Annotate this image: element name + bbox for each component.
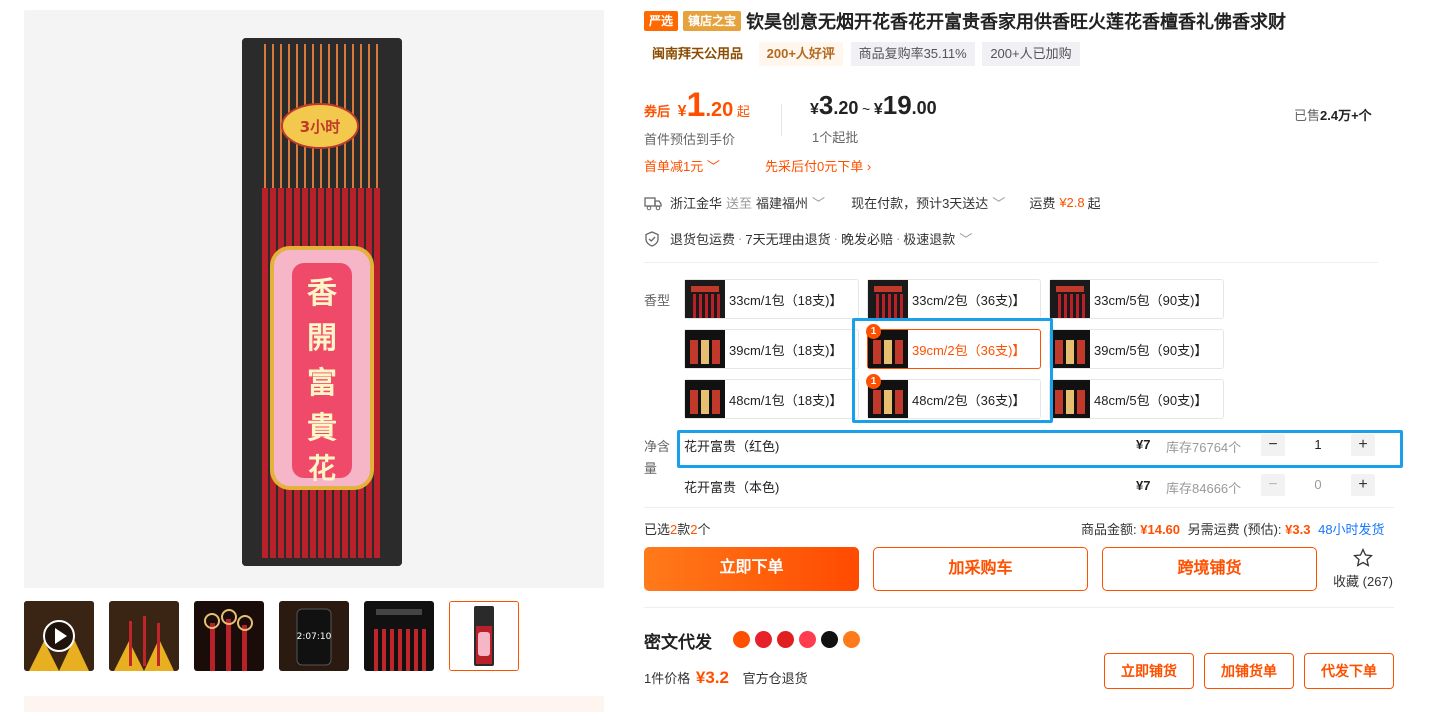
variant-label: 香型 — [644, 293, 671, 308]
svg-text:花: 花 — [308, 452, 336, 485]
xiaohongshu-icon — [799, 631, 816, 648]
main-product-image[interactable]: 3小时 香 開 富 貴 花 — [24, 10, 604, 588]
net-row-highlight-box — [677, 430, 1403, 468]
ship-to-select[interactable]: 福建福州 — [756, 193, 808, 212]
product-tags: 闽南拜天公用品 200+人好评 商品复购率35.11% 200+人已加购 — [644, 42, 1084, 66]
dropship-price: ¥3.2 — [695, 668, 729, 687]
star-icon — [1352, 547, 1374, 567]
chevron-right-icon: › — [866, 159, 872, 174]
variant-thumbnail — [685, 280, 725, 318]
add-to-cart-button[interactable]: 加采购车 — [873, 547, 1088, 591]
add-to-list-button[interactable]: 加铺货单 — [1204, 653, 1294, 689]
variant-option-39cm-1[interactable]: 39cm/1包（18支)】 — [684, 329, 859, 369]
divider — [644, 507, 1394, 508]
shop-name-link[interactable]: 闽南拜天公用品 — [644, 42, 752, 66]
first-order-note: 首件预估到手价 — [644, 132, 736, 147]
svg-text:香: 香 — [307, 276, 337, 311]
added-to-cart-tag: 200+人已加购 — [982, 42, 1080, 66]
ship-from: 浙江金华 — [670, 196, 723, 211]
thumbnail-2[interactable] — [109, 601, 179, 671]
variant-highlight-box — [852, 318, 1053, 423]
quantity-minus-button[interactable]: − — [1261, 474, 1285, 496]
service-row[interactable]: 退货包运费 · 7天无理由退货 · 晚发必赔 · 极速退款 ﹀ — [644, 229, 972, 248]
shipping-fee: ¥2.8 — [1059, 195, 1085, 210]
favorite-button[interactable]: 收藏 (267) — [1331, 547, 1395, 590]
chevron-down-icon: ﹀ — [959, 232, 973, 247]
svg-text:貴: 貴 — [307, 411, 337, 446]
reviews-tag[interactable]: 200+人好评 — [758, 42, 843, 66]
variant-thumbnail — [868, 280, 908, 318]
svg-text:開: 開 — [307, 321, 337, 356]
bottom-banner — [24, 696, 604, 712]
divider — [644, 607, 1394, 608]
thumbnail-5[interactable] — [364, 601, 434, 671]
net-row-name: 花开富贵（本色) — [684, 480, 780, 495]
min-batch: 1个起批 — [812, 130, 859, 145]
variant-thumbnail — [685, 380, 725, 418]
thumbnail-3[interactable] — [194, 601, 264, 671]
pinduoduo-icon — [755, 631, 772, 648]
net-content-label: 净含量 — [644, 439, 671, 476]
douyin-icon — [821, 631, 838, 648]
dropship-price-row: 1件价格 ¥3.2 官方仓退货 — [644, 668, 808, 687]
selected-summary: 已选2款2个 — [644, 522, 711, 537]
badge-zhendian: 镇店之宝 — [683, 11, 742, 31]
variant-option-33cm-1[interactable]: 33cm/1包（18支)】 — [684, 279, 859, 319]
variant-option-33cm-2[interactable]: 33cm/2包（36支)】 — [867, 279, 1041, 319]
thumbnail-strip: 2:07:10 — [24, 601, 524, 671]
svg-text:2:07:10: 2:07:10 — [297, 632, 332, 642]
chevron-down-icon: ﹀ — [992, 196, 1006, 211]
svg-text:富: 富 — [307, 366, 337, 401]
badge-yanxuan: 严选 — [644, 11, 679, 31]
kuaishou-icon — [843, 631, 860, 648]
repurchase-tag: 商品复购率35.11% — [850, 42, 975, 66]
thumbnail-4[interactable]: 2:07:10 — [279, 601, 349, 671]
thumbnail-6-selected[interactable] — [449, 601, 519, 671]
divider — [644, 262, 1378, 263]
coupon-price: 券后 ¥1.20 起 — [644, 86, 750, 124]
sold-count: 已售2.4万+个 — [1294, 108, 1372, 123]
dropship-order-button[interactable]: 代发下单 — [1304, 653, 1394, 689]
price-range: ¥3.20 ~ ¥19.00 — [810, 90, 937, 120]
variant-thumbnail — [1050, 380, 1090, 418]
truck-icon — [644, 196, 662, 210]
list-now-button[interactable]: 立即铺货 — [1104, 653, 1194, 689]
promo-first-order[interactable]: 首单减1元 ﹀ — [644, 156, 720, 175]
svg-text:3小时: 3小时 — [300, 118, 340, 136]
promo-pay-later[interactable]: 先采后付0元下单 › — [765, 156, 871, 175]
variant-option-33cm-5[interactable]: 33cm/5包（90支)】 — [1049, 279, 1224, 319]
chevron-down-icon: ﹀ — [706, 159, 720, 174]
shipping-row: 浙江金华 送至 福建福州 ﹀ 现在付款，预计3天送达 ﹀ 运费 ¥2.8 起 — [644, 193, 1101, 212]
net-row-stock: 库存84666个 — [1166, 481, 1242, 496]
buy-now-button[interactable]: 立即下单 — [644, 547, 859, 591]
shipping-estimate: ¥3.3 — [1285, 522, 1311, 537]
amount-value: ¥14.60 — [1140, 522, 1181, 537]
variant-option-48cm-1[interactable]: 48cm/1包（18支)】 — [684, 379, 859, 419]
net-row-price: ¥7 — [1136, 478, 1151, 493]
jd-icon — [777, 631, 794, 648]
product-title: 严选 镇店之宝 钦昊创意无烟开花香花开富贵香家用供香旺火莲花香檀香礼佛香求财 — [644, 8, 1286, 34]
variant-thumbnail — [1050, 330, 1090, 368]
title-text: 钦昊创意无烟开花香花开富贵香家用供香旺火莲花香檀香礼佛香求财 — [746, 12, 1287, 32]
variant-option-48cm-5[interactable]: 48cm/5包（90支)】 — [1049, 379, 1224, 419]
quantity-input[interactable]: 0 — [1288, 474, 1348, 496]
chevron-down-icon: ﹀ — [812, 196, 826, 211]
shield-icon — [645, 230, 659, 247]
thumbnail-video[interactable] — [24, 601, 94, 671]
variant-option-39cm-5[interactable]: 39cm/5包（90支)】 — [1049, 329, 1224, 369]
variant-thumbnail — [1050, 280, 1090, 318]
quantity-plus-button[interactable]: + — [1351, 474, 1375, 496]
price-divider — [781, 104, 782, 136]
dropship-title: 密文代发 — [644, 633, 712, 652]
taobao-icon — [733, 631, 750, 648]
delivery-estimate[interactable]: 现在付款，预计3天送达 — [851, 193, 988, 212]
incense-package-illustration: 3小时 香 開 富 貴 花 — [242, 38, 402, 566]
cross-border-button[interactable]: 跨境铺货 — [1102, 547, 1317, 591]
ship-time-link[interactable]: 48小时发货 — [1318, 522, 1384, 537]
variant-thumbnail — [685, 330, 725, 368]
amount-summary: 商品金额: ¥14.60 另需运费 (预估): ¥3.3 48小时发货 — [1081, 522, 1385, 537]
